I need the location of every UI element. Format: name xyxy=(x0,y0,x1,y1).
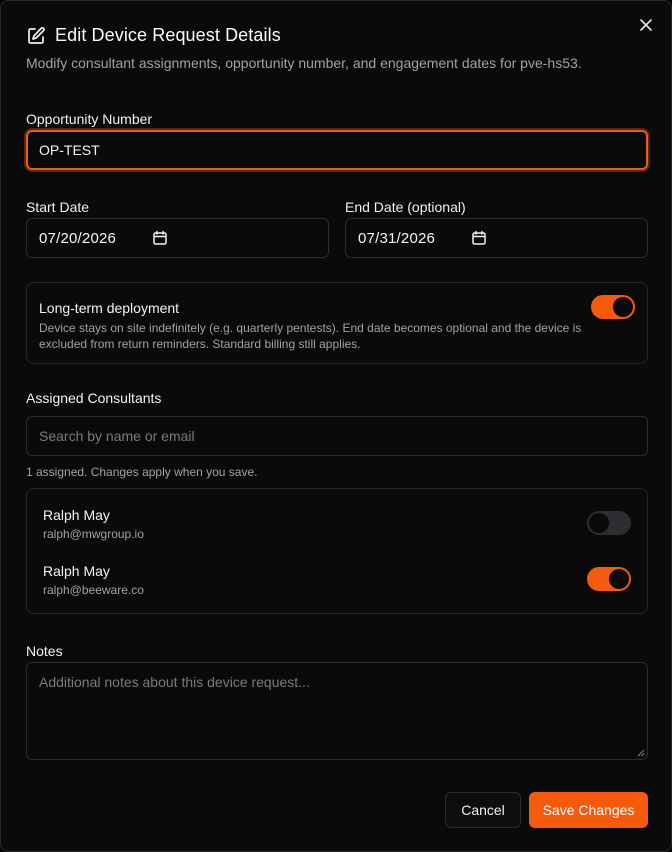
close-button[interactable] xyxy=(637,16,655,34)
notes-label: Notes xyxy=(26,643,63,659)
toggle-knob xyxy=(613,297,633,317)
end-date-label: End Date (optional) xyxy=(345,199,466,215)
long-term-deployment-card: Long-term deployment Device stays on sit… xyxy=(26,282,648,364)
consultant-assign-toggle[interactable] xyxy=(587,511,631,535)
end-date-value: 07/31/2026 xyxy=(358,229,436,247)
long-term-toggle[interactable] xyxy=(591,295,635,319)
consultant-email: ralph@mwgroup.io xyxy=(43,527,144,541)
resize-grip-icon[interactable] xyxy=(637,749,645,757)
consultants-hint: 1 assigned. Changes apply when you save. xyxy=(26,465,258,479)
start-date-input[interactable]: 07/20/2026 xyxy=(26,218,329,258)
consultants-label: Assigned Consultants xyxy=(26,390,162,406)
edit-device-request-dialog: Edit Device Request Details Modify consu… xyxy=(0,0,672,852)
long-term-description: Device stays on site indefinitely (e.g. … xyxy=(39,321,582,351)
consultant-list: Ralph May ralph@mwgroup.io Ralph May ral… xyxy=(26,488,648,614)
edit-icon xyxy=(28,26,45,44)
calendar-icon[interactable] xyxy=(471,230,487,246)
consultant-email: ralph@beeware.co xyxy=(43,583,144,597)
end-date-input[interactable]: 07/31/2026 xyxy=(345,218,648,258)
notes-textarea[interactable]: Additional notes about this device reque… xyxy=(26,662,648,760)
calendar-icon[interactable] xyxy=(152,230,168,246)
dialog-subtitle: Modify consultant assignments, opportuni… xyxy=(26,55,582,71)
consultant-search-input[interactable]: Search by name or email xyxy=(26,416,648,456)
close-icon xyxy=(640,19,652,31)
toggle-knob xyxy=(609,569,629,589)
consultant-assign-toggle[interactable] xyxy=(587,567,631,591)
dialog-title: Edit Device Request Details xyxy=(55,25,281,45)
opportunity-label: Opportunity Number xyxy=(26,111,153,127)
toggle-knob xyxy=(589,513,609,533)
start-date-value: 07/20/2026 xyxy=(39,229,117,247)
opportunity-input[interactable]: OP-TEST xyxy=(26,130,648,170)
long-term-title: Long-term deployment xyxy=(39,300,180,316)
opportunity-value: OP-TEST xyxy=(39,142,100,158)
dialog-header: Edit Device Request Details xyxy=(26,25,281,46)
save-changes-button[interactable]: Save Changes xyxy=(529,792,648,828)
consultant-search-placeholder: Search by name or email xyxy=(39,428,195,444)
consultant-name: Ralph May xyxy=(43,563,110,579)
consultant-name: Ralph May xyxy=(43,507,110,523)
notes-placeholder: Additional notes about this device reque… xyxy=(39,674,310,690)
cancel-button[interactable]: Cancel xyxy=(445,792,521,828)
start-date-label: Start Date xyxy=(26,199,90,215)
